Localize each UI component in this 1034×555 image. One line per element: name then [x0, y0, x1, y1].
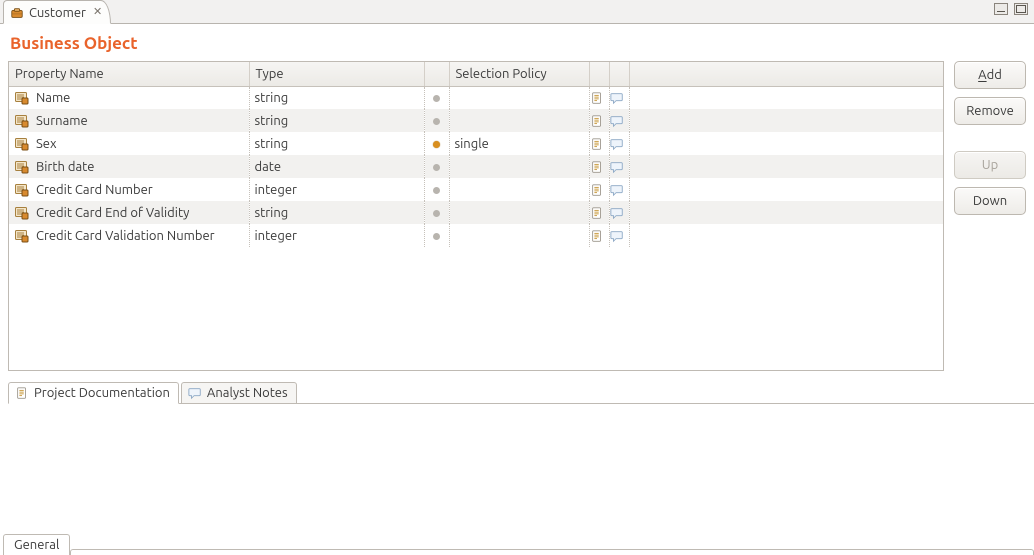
- doc-icon[interactable]: [590, 114, 609, 128]
- remove-button[interactable]: Remove: [954, 97, 1026, 125]
- doc-icon: [15, 386, 29, 400]
- property-type: string: [249, 132, 424, 155]
- column-header-selection[interactable]: Selection Policy: [449, 62, 589, 86]
- property-selection: [449, 178, 589, 201]
- page-tab-general[interactable]: General: [3, 534, 70, 555]
- property-type: string: [249, 86, 424, 109]
- property-name: Surname: [36, 114, 88, 128]
- note-icon[interactable]: [610, 206, 629, 220]
- property-icon: [14, 159, 30, 175]
- doc-tab[interactable]: Project Documentation: [8, 382, 179, 404]
- property-selection: [449, 224, 589, 247]
- doc-icon[interactable]: [590, 206, 609, 220]
- column-header-type[interactable]: Type: [249, 62, 424, 86]
- property-type: date: [249, 155, 424, 178]
- property-type: integer: [249, 178, 424, 201]
- doc-icon[interactable]: [590, 229, 609, 243]
- property-name: Name: [36, 91, 70, 105]
- down-button[interactable]: Down: [954, 187, 1026, 215]
- page-tab-label: General: [14, 538, 59, 552]
- property-selection: [449, 155, 589, 178]
- note-icon[interactable]: [610, 183, 629, 197]
- column-header-required[interactable]: [424, 62, 449, 86]
- table-row[interactable]: Sex string single: [9, 132, 943, 155]
- property-icon: [14, 90, 30, 106]
- up-button: Up: [954, 151, 1026, 179]
- column-header-name[interactable]: Property Name: [9, 62, 249, 86]
- properties-table[interactable]: Property Name Type Selection Policy: [9, 62, 943, 247]
- business-object-icon: [10, 6, 24, 20]
- property-selection: [449, 201, 589, 224]
- property-required: [424, 132, 449, 155]
- close-icon[interactable]: ✕: [93, 7, 102, 18]
- property-type: string: [249, 201, 424, 224]
- property-name: Birth date: [36, 160, 94, 174]
- property-icon: [14, 182, 30, 198]
- table-row[interactable]: Birth date date: [9, 155, 943, 178]
- table-row[interactable]: Surname string: [9, 109, 943, 132]
- note-icon[interactable]: [610, 91, 629, 105]
- note-icon[interactable]: [610, 229, 629, 243]
- doc-icon[interactable]: [590, 160, 609, 174]
- note-icon: [188, 386, 202, 400]
- property-required: [424, 224, 449, 247]
- property-required: [424, 86, 449, 109]
- property-required: [424, 109, 449, 132]
- doc-tab-label: Project Documentation: [34, 386, 170, 400]
- property-name: Credit Card Number: [36, 183, 153, 197]
- property-icon: [14, 136, 30, 152]
- doc-icon[interactable]: [590, 137, 609, 151]
- doc-icon[interactable]: [590, 91, 609, 105]
- note-icon[interactable]: [610, 114, 629, 128]
- documentation-body[interactable]: [8, 404, 1026, 531]
- property-icon: [14, 113, 30, 129]
- property-required: [424, 178, 449, 201]
- property-selection: [449, 109, 589, 132]
- doc-tab-label: Analyst Notes: [207, 386, 288, 400]
- doc-tab[interactable]: Analyst Notes: [181, 382, 297, 404]
- table-row[interactable]: Credit Card End of Validity string: [9, 201, 943, 224]
- property-required: [424, 201, 449, 224]
- page-tabs-gutter: [70, 549, 1034, 555]
- table-row[interactable]: Credit Card Number integer: [9, 178, 943, 201]
- column-header-note[interactable]: [609, 62, 629, 86]
- property-name: Credit Card End of Validity: [36, 206, 189, 220]
- page-title: Business Object: [0, 24, 1034, 61]
- add-button[interactable]: Add: [954, 61, 1026, 89]
- property-icon: [14, 205, 30, 221]
- editor-tab-label: Customer: [29, 6, 86, 20]
- property-selection: [449, 86, 589, 109]
- properties-table-container: Property Name Type Selection Policy: [8, 61, 944, 371]
- minimize-button[interactable]: [994, 3, 1008, 15]
- note-icon[interactable]: [610, 137, 629, 151]
- table-row[interactable]: Name string: [9, 86, 943, 109]
- column-header-spacer: [629, 62, 943, 86]
- column-header-doc[interactable]: [589, 62, 609, 86]
- documentation-tabs: Project Documentation Analyst Notes: [8, 381, 1034, 404]
- property-name: Credit Card Validation Number: [36, 229, 215, 243]
- property-selection: single: [449, 132, 589, 155]
- note-icon[interactable]: [610, 160, 629, 174]
- editor-tabbar: Customer ✕: [0, 0, 1034, 24]
- property-name: Sex: [36, 137, 57, 151]
- property-type: integer: [249, 224, 424, 247]
- property-type: string: [249, 109, 424, 132]
- editor-tab-customer[interactable]: Customer ✕: [3, 0, 111, 24]
- property-required: [424, 155, 449, 178]
- property-icon: [14, 228, 30, 244]
- doc-icon[interactable]: [590, 183, 609, 197]
- table-row[interactable]: Credit Card Validation Number integer: [9, 224, 943, 247]
- table-buttons: Add Remove Up Down: [954, 61, 1026, 371]
- maximize-button[interactable]: [1014, 3, 1028, 15]
